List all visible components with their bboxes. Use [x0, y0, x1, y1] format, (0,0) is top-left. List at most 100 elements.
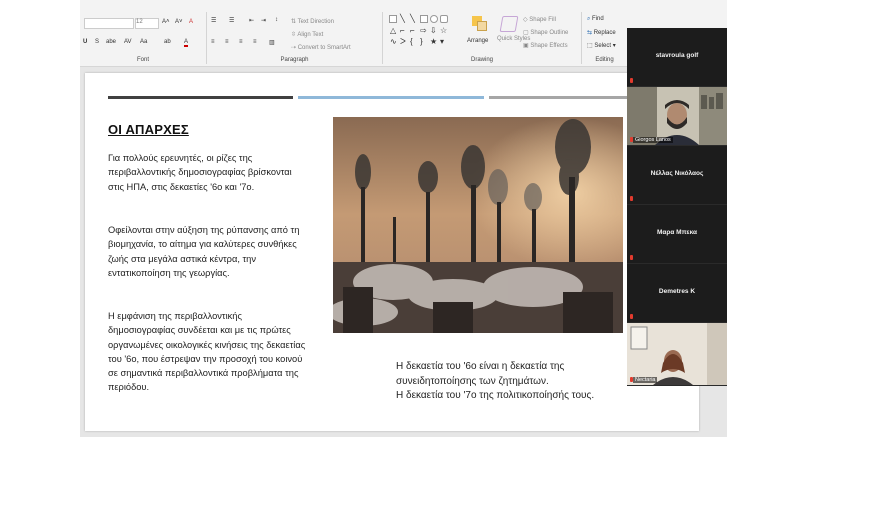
slide[interactable]: ΟΙ ΑΠΑΡΧΕΣ Για πολλούς ερευνητές, οι ρίζ… — [85, 73, 699, 431]
arrange-label: Arrange — [467, 38, 489, 44]
align-left-icon[interactable]: ≡ — [211, 39, 215, 45]
shape-outline-label: Shape Outline — [530, 30, 569, 36]
industrial-smokestacks-photo — [333, 117, 623, 333]
mic-muted-icon — [630, 314, 633, 319]
align-text-button[interactable]: ⇳ Align Text — [291, 31, 323, 38]
text-box-icon[interactable] — [389, 15, 397, 23]
participant-name: Giorgos Lanos — [633, 137, 673, 143]
text-direction-button[interactable]: ⇅ Text Direction — [291, 18, 334, 25]
shrink-font-icon[interactable]: A˅ — [175, 19, 183, 25]
font-group-label: Font — [136, 57, 149, 63]
brace-icon[interactable]: { — [410, 37, 413, 46]
participants-panel: stavroula golf Giorgos Lanos Νέλλας Νικό… — [627, 28, 727, 386]
star-fill-icon[interactable]: ★ — [430, 37, 437, 46]
clear-format-icon[interactable]: A — [189, 19, 193, 25]
font-size-value: 12 — [136, 19, 143, 25]
participant-name: Nectaria — [633, 377, 658, 383]
arrow-down-icon[interactable]: ⇩ — [430, 26, 437, 35]
paragraph-1: Για πολλούς ερευνητές, οι ρίζες της περι… — [108, 153, 292, 192]
drawing-group-label: Drawing — [470, 57, 493, 63]
convert-smartart-label: Convert to SmartArt — [297, 45, 351, 51]
indent-icon[interactable]: ⇤ — [249, 17, 254, 24]
slide-title: ΟΙ ΑΠΑΡΧΕΣ — [108, 122, 189, 137]
paragraph-group-label: Paragraph — [280, 57, 309, 63]
align-right-icon[interactable]: ≡ — [239, 39, 243, 45]
font-name-box[interactable] — [84, 18, 134, 29]
participant-tile[interactable]: Νέλλας Νικόλαος — [627, 146, 727, 205]
curve-icon[interactable]: ∿ — [390, 37, 397, 46]
participant-tile-video[interactable]: Giorgos Lanos — [627, 87, 727, 146]
chevron-icon[interactable]: ᐳ — [400, 37, 406, 46]
select-label: Select — [594, 43, 612, 49]
elbow-icon[interactable]: ⌐ — [410, 26, 415, 35]
bullets-icon[interactable]: ☰ — [211, 17, 216, 24]
arrow-icon[interactable]: ╲ — [410, 14, 415, 23]
participant-name: Νέλλας Νικόλαος — [650, 170, 704, 177]
underline-icon[interactable]: U — [83, 39, 87, 45]
more-shapes-icon[interactable]: ▾ — [440, 37, 444, 46]
select-icon: ⬚ — [587, 43, 593, 49]
mic-muted-icon — [630, 255, 633, 260]
editing-group: ⌕ Find ⇆ Replace ⬚ Select ▾ Editing — [582, 12, 627, 64]
highlight-icon[interactable]: ab — [164, 39, 171, 45]
participant-tile[interactable]: stavroula golf — [627, 28, 727, 87]
shadow-icon[interactable]: abe — [106, 39, 116, 45]
shape-outline-button[interactable]: ▢ Shape Outline — [523, 29, 568, 36]
paragraph-2: Οφείλονται στην αύξηση της ρύπανσης από … — [108, 225, 300, 278]
font-size-box[interactable]: 12 — [135, 18, 159, 29]
paragraph-3: Η εμφάνιση της περιβαλλοντικής δημοσιογρ… — [108, 311, 306, 393]
align-center-icon[interactable]: ≡ — [225, 39, 229, 45]
participant-tile[interactable]: Demetres K — [627, 264, 727, 323]
accent-bar-blue — [298, 96, 484, 99]
participant-tile[interactable]: Μαρα Μπεκα — [627, 205, 727, 264]
font-color-icon[interactable]: A — [184, 39, 189, 47]
arrow-right-icon[interactable]: ⇨ — [420, 26, 427, 35]
strikethrough-icon[interactable]: S — [95, 39, 99, 45]
shape-effects-button[interactable]: ▣ Shape Effects — [523, 42, 568, 49]
line-spacing-icon[interactable]: ↕ — [275, 17, 278, 23]
arrange-icon-back — [477, 21, 487, 31]
replace-button[interactable]: ⇆ Replace — [587, 29, 616, 36]
caption-line-2: Η δεκαετία του '7ο της πολιτικοποίησής τ… — [396, 390, 595, 401]
caption-line-1: Η δεκαετία του '6ο είναι η δεκαετία της … — [396, 361, 565, 387]
star-icon[interactable]: ☆ — [440, 26, 447, 35]
shape-fill-button[interactable]: ◇ Shape Fill — [523, 16, 556, 23]
mic-muted-icon — [630, 196, 633, 201]
convert-smartart-button[interactable]: ⇢ Convert to SmartArt — [291, 44, 351, 51]
connector-icon[interactable]: ⌐ — [400, 26, 405, 35]
brace-close-icon[interactable]: } — [420, 37, 423, 46]
align-text-label: Align Text — [297, 32, 324, 38]
oval-icon[interactable] — [430, 15, 438, 23]
line-icon[interactable]: ╲ — [400, 14, 405, 23]
outdent-icon[interactable]: ⇥ — [261, 17, 266, 24]
text-direction-label: Text Direction — [297, 19, 334, 25]
font-group: 12 A˄ A˅ A U S abe AV Aa ab A Font — [80, 12, 207, 64]
participant-name: Demetres K — [658, 288, 696, 295]
quick-styles-icon — [499, 16, 519, 32]
select-button[interactable]: ⬚ Select ▾ — [587, 42, 616, 49]
replace-icon: ⇆ — [587, 30, 593, 36]
shape-effects-label: Shape Effects — [530, 43, 568, 49]
justify-icon[interactable]: ≡ — [253, 39, 257, 45]
change-case-icon[interactable]: Aa — [140, 39, 147, 45]
numbering-icon[interactable]: ☰ — [229, 17, 234, 24]
editing-group-label: Editing — [595, 57, 614, 63]
rounded-rect-icon[interactable] — [440, 15, 448, 23]
drawing-group: ╲ ╲ △ ⌐ ⌐ ⇨ ⇩ ☆ ∿ ᐳ { } ★ ▾ Arrange Quic… — [383, 12, 582, 64]
paragraph-group: ☰ ☰ ⇤ ⇥ ↕ ⇅ Text Direction ⇳ Align Text … — [207, 12, 383, 64]
find-icon: ⌕ — [587, 16, 591, 22]
find-label: Find — [592, 16, 604, 22]
replace-label: Replace — [593, 30, 616, 36]
participant-tile-video[interactable]: Nectaria — [627, 323, 727, 386]
columns-icon[interactable]: ▥ — [269, 39, 275, 46]
triangle-icon[interactable]: △ — [390, 26, 396, 35]
char-spacing-icon[interactable]: AV — [124, 39, 132, 45]
find-button[interactable]: ⌕ Find — [587, 16, 604, 23]
shapes-gallery[interactable]: ╲ ╲ △ ⌐ ⌐ ⇨ ⇩ ☆ ∿ ᐳ { } ★ ▾ — [389, 14, 459, 51]
shape-fill-label: Shape Fill — [529, 17, 556, 23]
participant-video-feed — [627, 323, 727, 385]
rectangle-icon[interactable] — [420, 15, 428, 23]
accent-bar-dark — [108, 96, 293, 99]
grow-font-icon[interactable]: A˄ — [162, 19, 170, 25]
participant-name: Μαρα Μπεκα — [656, 229, 698, 236]
